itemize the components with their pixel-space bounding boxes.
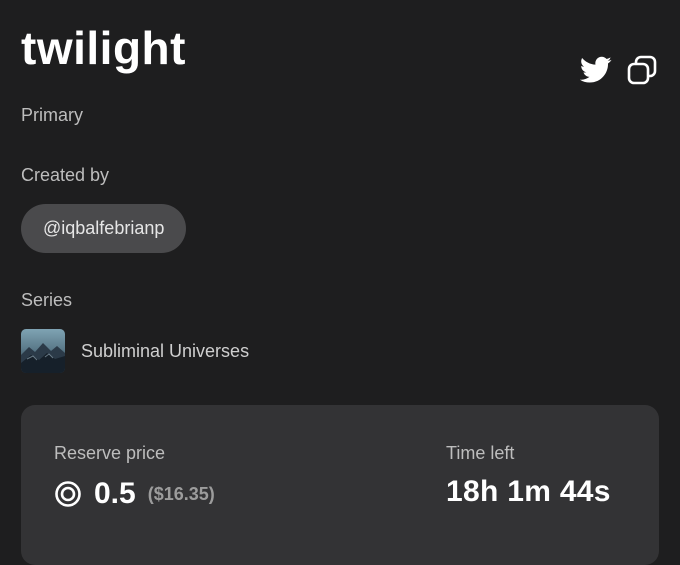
created-by-label: Created by [21, 165, 110, 185]
tezos-coin-icon [55, 481, 81, 507]
twitter-icon [580, 56, 612, 83]
top-actions [580, 54, 658, 86]
copy-icon [627, 55, 657, 85]
artwork-title: twilight [21, 22, 186, 74]
time-left-label: Time left [446, 443, 515, 463]
reserve-price-value: 0.5 [94, 477, 136, 510]
reserve-price-label: Reserve price [54, 443, 166, 463]
copy-link-button[interactable] [626, 54, 658, 86]
reserve-price: 0.5 ($16.35) [54, 477, 215, 511]
series-name: Subliminal Universes [81, 340, 250, 361]
creator-handle: @iqbalfebrianp [43, 218, 165, 238]
reserve-price-usd: ($16.35) [147, 483, 215, 504]
share-twitter-button[interactable] [580, 56, 612, 84]
series-thumbnail [21, 329, 65, 373]
auction-card: Reserve price 0.5 ($16.35) Time left 18h… [21, 405, 659, 565]
time-left-value: 18h 1m 44s [446, 475, 611, 508]
market-label: Primary [21, 105, 83, 125]
series-label: Series [21, 290, 73, 310]
creator-link[interactable]: @iqbalfebrianp [21, 204, 187, 253]
series-link[interactable]: Subliminal Universes [21, 329, 249, 373]
